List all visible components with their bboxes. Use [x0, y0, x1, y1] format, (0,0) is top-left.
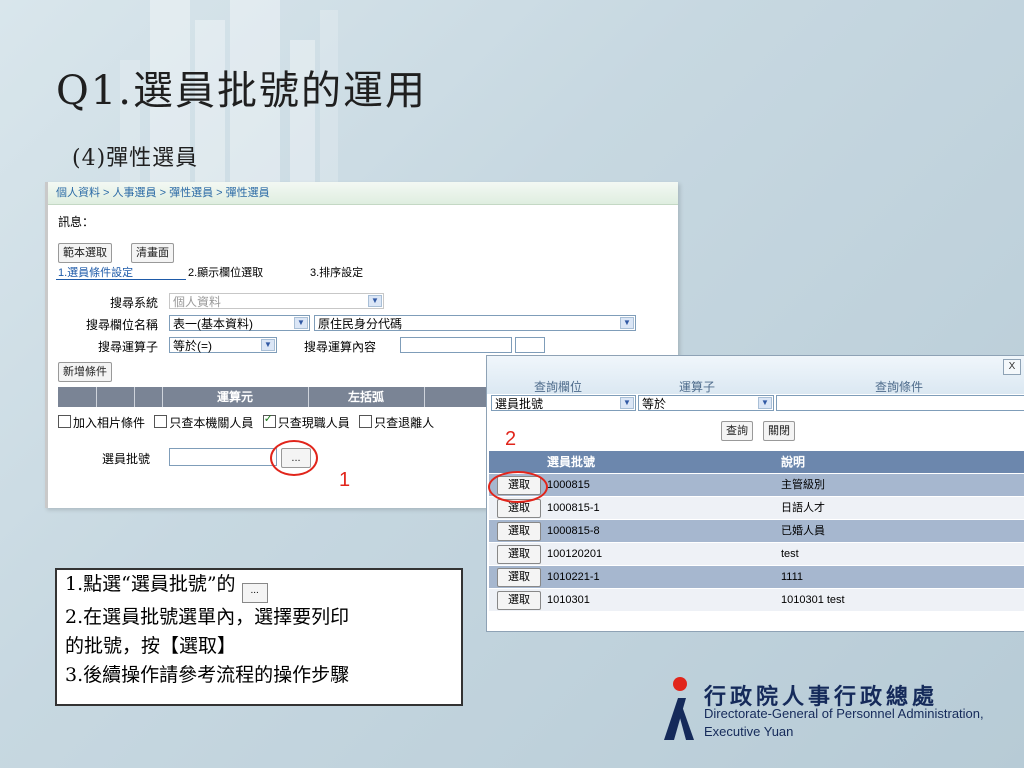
instruction-box: 1.點選“選員批號”的 ... 2.在選員批號選單內，選擇要列印 的批號，按【選… [55, 568, 463, 706]
batch-picker-dialog: X 查詢欄位 運算子 查詢條件 選員批號 ▼ 等於 ▼ 查詢 關閉 2 選員批號… [486, 355, 1024, 632]
row-batch: 1000815-1 [547, 502, 600, 514]
own-agency-checkbox[interactable] [154, 415, 168, 428]
agency-logo: 行政院人事行政總處 Directorate-General of Personn… [660, 676, 1020, 746]
column-label: 搜尋欄位名稱 [85, 318, 158, 332]
row-batch: 1010221-1 [547, 571, 600, 583]
slide-subtitle: (4)彈性選員 [72, 146, 199, 171]
template-select-button[interactable]: 範本選取 [58, 243, 112, 263]
highlight-circle-1 [270, 440, 318, 476]
popup-operator-select[interactable]: 等於 ▼ [638, 395, 774, 411]
column-table-value: 表一(基本資料) [173, 317, 253, 331]
row-desc: 1010301 test [781, 594, 845, 606]
search-button[interactable]: 查詢 [721, 421, 753, 441]
chevron-down-icon: ▼ [368, 295, 382, 307]
chevron-down-icon: ▼ [620, 397, 634, 409]
chevron-down-icon: ▼ [620, 317, 634, 329]
table-row: 選取 100120201 test [489, 543, 1024, 565]
instruction-line-4: 3.後續操作請參考流程的操作步驟 [65, 664, 350, 686]
batch-label: 選員批號 [102, 452, 151, 466]
active-tab-underline [56, 279, 186, 280]
tab-step2[interactable]: 2.顯示欄位選取 [188, 264, 263, 280]
query-field-header: 查詢欄位 [534, 380, 583, 394]
clear-screen-button[interactable]: 清畫面 [131, 243, 174, 263]
select-row-button[interactable]: 選取 [497, 568, 541, 587]
operator-value: 等於(=) [173, 339, 213, 353]
own-agency-label: 只查本機關人員 [169, 416, 254, 430]
logo-english-line2: Executive Yuan [704, 724, 794, 739]
content-label: 搜尋運算內容 [304, 340, 377, 354]
header-blank [58, 387, 97, 407]
agency-logo-mark [664, 677, 694, 740]
chevron-down-icon: ▼ [261, 339, 275, 351]
tab-step1[interactable]: 1.選員條件設定 [58, 264, 133, 280]
select-row-button[interactable]: 選取 [497, 591, 541, 610]
instruction-line-2: 2.在選員批號選單內，選擇要列印 [65, 606, 350, 628]
system-value: 個人資料 [173, 295, 222, 309]
popup-field-select[interactable]: 選員批號 ▼ [491, 395, 636, 411]
popup-condition-input[interactable] [776, 395, 1024, 411]
popup-operator-value: 等於 [642, 397, 667, 411]
row-batch: 1000815 [547, 479, 590, 491]
close-button[interactable]: 關閉 [763, 421, 795, 441]
content-extra-input[interactable] [515, 337, 545, 353]
column-table-select[interactable]: 表一(基本資料) ▼ [169, 315, 310, 331]
logo-english-line1: Directorate-General of Personnel Adminis… [704, 706, 984, 721]
photo-label: 加入相片條件 [73, 416, 146, 430]
batch-grid-header: 選員批號 說明 [489, 451, 1024, 473]
query-condition-header: 查詢條件 [875, 380, 924, 394]
chevron-down-icon: ▼ [758, 397, 772, 409]
content-input[interactable] [400, 337, 512, 353]
table-row: 選取 1010301 1010301 test [489, 589, 1024, 611]
instruction-line-3: 的批號，按【選取】 [65, 635, 237, 657]
header-blank [96, 387, 135, 407]
chevron-down-icon: ▼ [294, 317, 308, 329]
message-label: 訊息： [58, 215, 95, 229]
grid-header-batch: 選員批號 [547, 455, 596, 469]
row-desc: 已婚人員 [781, 525, 825, 537]
active-checkbox[interactable] [262, 412, 276, 428]
active-label: 只查現職人員 [277, 416, 350, 430]
marker-2: 2 [505, 428, 517, 450]
browse-button-icon: ... [241, 583, 268, 603]
table-row: 選取 1000815-8 已婚人員 [489, 520, 1024, 542]
marker-1: 1 [339, 469, 351, 491]
row-batch: 1000815-8 [547, 525, 600, 537]
operator-header: 運算子 [679, 380, 716, 394]
popup-field-value: 選員批號 [495, 397, 544, 411]
select-row-button[interactable]: 選取 [497, 522, 541, 541]
grid-header-desc: 說明 [781, 455, 806, 469]
instruction-line-1-text: 1.點選“選員批號”的 [65, 573, 236, 595]
system-label: 搜尋系統 [109, 296, 158, 310]
table-row: 選取 1000815 主管級別 [489, 474, 1024, 496]
breadcrumb[interactable]: 個人資料 > 人事選員 > 彈性選員 > 彈性選員 [48, 182, 678, 205]
table-row: 選取 1000815-1 日語人才 [489, 497, 1024, 519]
retired-checkbox[interactable] [359, 415, 373, 428]
row-batch: 100120201 [547, 548, 603, 560]
column-field-select[interactable]: 原住民身分代碼 ▼ [314, 315, 636, 331]
header-blank [134, 387, 163, 407]
row-batch: 1010301 [547, 594, 590, 606]
tab-step3[interactable]: 3.排序設定 [310, 264, 363, 280]
batch-input[interactable] [169, 448, 277, 466]
select-row-button[interactable]: 選取 [497, 545, 541, 564]
operator-select[interactable]: 等於(=) ▼ [169, 337, 277, 353]
header-operator: 運算元 [162, 387, 309, 407]
row-desc: test [781, 548, 799, 560]
row-desc: 主管級別 [781, 479, 825, 491]
close-icon[interactable]: X [1003, 359, 1021, 375]
slide-title: Q1.選員批號的運用 [56, 68, 427, 114]
row-desc: 日語人才 [781, 502, 825, 514]
column-field-value: 原住民身分代碼 [318, 317, 403, 331]
instruction-line-1: 1.點選“選員批號”的 ... [65, 570, 453, 603]
add-condition-button[interactable]: 新增條件 [58, 362, 112, 382]
table-row: 選取 1010221-1 1111 [489, 566, 1024, 588]
photo-checkbox[interactable] [58, 415, 71, 428]
operator-label: 搜尋運算子 [97, 340, 158, 354]
filter-checkboxes: 加入相片條件 只查本機關人員 只查現職人員 只查退離人 [58, 412, 435, 431]
system-select[interactable]: 個人資料 ▼ [169, 293, 384, 309]
header-left-paren: 左括弧 [308, 387, 425, 407]
row-desc: 1111 [781, 571, 804, 583]
highlight-circle-2 [488, 471, 548, 503]
retired-label: 只查退離人 [374, 416, 435, 430]
